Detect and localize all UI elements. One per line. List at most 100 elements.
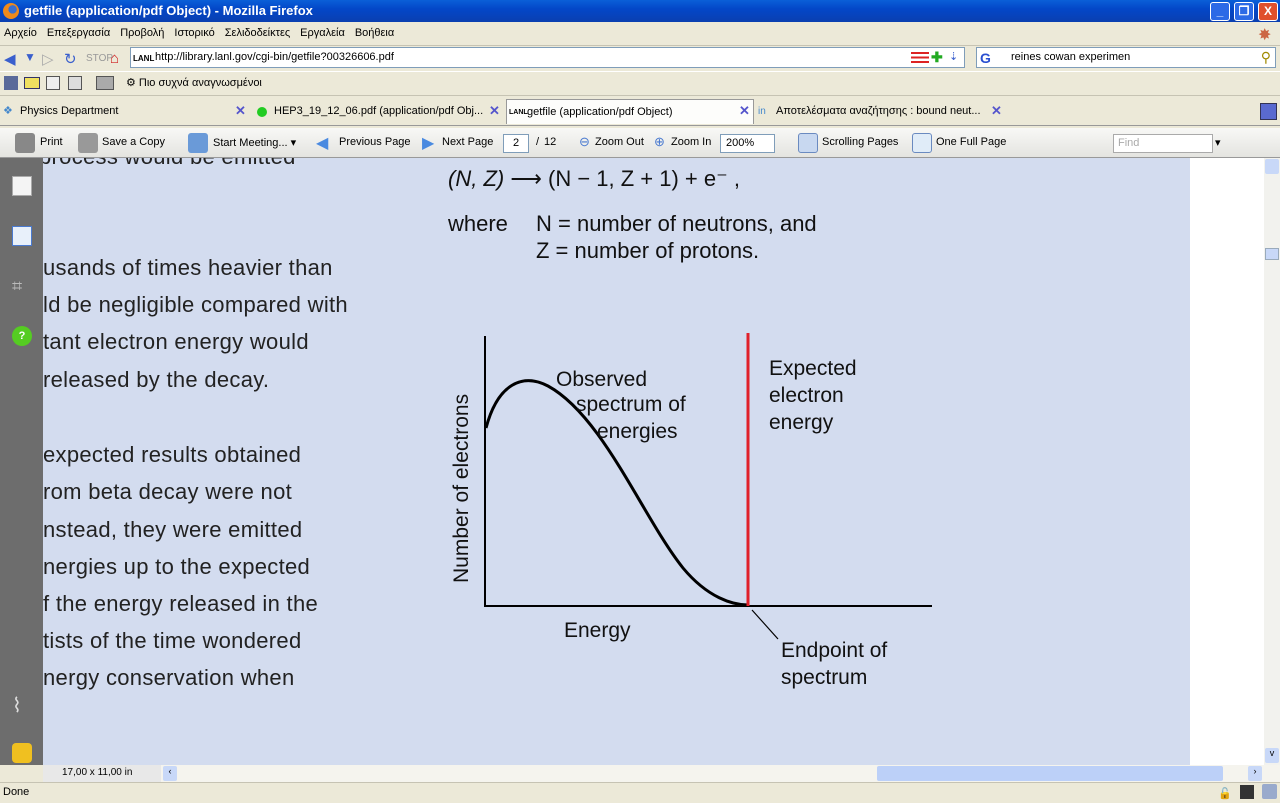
history-dropdown-icon[interactable]: ▼ (24, 50, 36, 64)
attachments-paperclip-icon[interactable]: ⌇ (12, 693, 32, 717)
vertical-scroll-thumb[interactable] (1265, 248, 1279, 260)
scroll-down-button[interactable]: v (1265, 748, 1279, 763)
loaded-dot-icon (257, 107, 267, 117)
close-tab-icon[interactable]: ✕ (739, 103, 750, 119)
zoom-select[interactable]: 200% (720, 134, 775, 153)
horizontal-scrollbar[interactable]: 17,00 x 11,00 in ‹ › (43, 765, 1280, 782)
pages-panel-icon[interactable] (12, 176, 32, 196)
close-tab-icon[interactable]: ✕ (489, 103, 500, 119)
tab-hep3-pdf[interactable]: HEP3_19_12_06.pdf (application/pdf Obj..… (254, 99, 504, 124)
scrolling-pages-icon[interactable] (798, 133, 818, 153)
pdf-page: process would be emitted usands of times… (43, 158, 1190, 765)
total-pages: 12 (544, 136, 557, 148)
list-all-tabs-icon[interactable] (1260, 103, 1277, 120)
observed-label-line: spectrum of (576, 393, 686, 416)
pdf-toolbar: Print Save a Copy Start Meeting... ▾ ◀ P… (0, 128, 1280, 158)
windows-icon[interactable] (96, 76, 114, 90)
next-page-button[interactable]: Next Page (442, 136, 493, 148)
reload-icon[interactable]: ↻ (64, 50, 77, 68)
window-title: getfile (application/pdf Object) - Mozil… (24, 3, 313, 18)
close-tab-icon[interactable]: ✕ (991, 103, 1002, 119)
meeting-icon[interactable] (188, 133, 208, 153)
url-dropdown-icon[interactable]: ⇣ (949, 48, 958, 67)
scroll-left-button[interactable]: ‹ (163, 766, 177, 781)
endpoint-label-line: Endpoint of (781, 639, 887, 662)
start-meeting-button[interactable]: Start Meeting... ▾ (213, 136, 296, 149)
comments-icon[interactable] (12, 743, 32, 763)
print-icon[interactable] (15, 133, 35, 153)
print-button[interactable]: Print (40, 136, 63, 148)
restore-button[interactable]: ❐ (1234, 2, 1254, 21)
firefox-logo-icon (3, 3, 19, 19)
one-full-page-button[interactable]: One Full Page (936, 136, 1006, 148)
horizontal-scroll-thumb[interactable] (877, 766, 1223, 781)
close-button[interactable]: X (1258, 2, 1278, 21)
scroll-right-button[interactable]: › (1248, 766, 1262, 781)
menu-edit[interactable]: Επεξεργασία (47, 27, 110, 39)
minimize-button[interactable]: _ (1210, 2, 1230, 21)
menu-file[interactable]: Αρχείο (4, 27, 37, 39)
menu-bookmarks[interactable]: Σελιδοδείκτες (225, 27, 290, 39)
expected-label-line: Expected (769, 357, 857, 380)
extension-status-icon[interactable] (1240, 785, 1254, 799)
google-engine-icon[interactable]: G (980, 49, 991, 68)
tab-label: getfile (application/pdf Object) (527, 106, 673, 118)
scroll-up-button[interactable] (1265, 159, 1279, 174)
binoculars-search-icon[interactable]: ⌗ (12, 276, 32, 296)
activity-throbber-icon: ✸ (1258, 27, 1272, 44)
menu-help[interactable]: Βοήθεια (355, 27, 394, 39)
tab-getfile[interactable]: LANL getfile (application/pdf Object) (506, 99, 754, 124)
site-favicon-icon: LANL (133, 54, 155, 63)
mail-status-icon[interactable] (1262, 784, 1277, 799)
find-dropdown-arrow-icon[interactable]: ▾ (1215, 136, 1221, 149)
previous-page-button[interactable]: Previous Page (339, 136, 411, 148)
zoom-in-icon[interactable]: ⊕ (654, 134, 665, 150)
security-lock-icon[interactable]: 🔓 (1218, 785, 1232, 803)
zoom-out-icon[interactable]: ⊖ (579, 134, 590, 150)
url-bar[interactable]: LANL http://library.lanl.gov/cgi-bin/get… (130, 47, 965, 68)
print-bookmark-icon[interactable] (4, 76, 18, 90)
menu-view[interactable]: Προβολή (120, 27, 164, 39)
tab-search-results[interactable]: in Αποτελέσματα αναζήτησης : bound neut..… (756, 99, 1006, 124)
home-icon[interactable]: ⌂ (110, 50, 119, 67)
tab-label: Αποτελέσματα αναζήτησης : bound neut... (776, 105, 981, 117)
menu-history[interactable]: Ιστορικό (174, 27, 214, 39)
favicon-icon: in (758, 106, 766, 117)
forward-icon[interactable]: ▷ (42, 50, 54, 68)
y-axis-label: Number of electrons (450, 394, 473, 583)
endpoint-leader-line (751, 609, 779, 640)
bookmarks-panel-icon[interactable] (12, 226, 32, 246)
next-page-icon[interactable]: ▶ (422, 133, 434, 153)
one-full-page-icon[interactable] (912, 133, 932, 153)
observed-label-line: Observed (556, 368, 647, 391)
close-tab-icon[interactable]: ✕ (235, 103, 246, 119)
most-visited-bookmark[interactable]: ⚙ Πιο συχνά αναγνωσμένοι (126, 76, 262, 89)
vertical-scrollbar[interactable]: v (1264, 158, 1280, 765)
search-input[interactable]: reines cowan experimen (1011, 51, 1130, 63)
clipboard-icon[interactable] (68, 76, 82, 90)
page-number-input[interactable]: 2 (503, 134, 529, 153)
help-icon[interactable]: ? (12, 326, 32, 346)
menu-tools[interactable]: Εργαλεία (300, 27, 345, 39)
folder-icon[interactable] (24, 77, 40, 89)
x-axis-label: Energy (564, 619, 631, 642)
previous-page-icon[interactable]: ◀ (316, 133, 328, 153)
pages-icon[interactable] (46, 76, 60, 90)
find-input[interactable]: Find (1113, 134, 1213, 153)
add-bookmark-icon[interactable]: ✚ (931, 48, 943, 67)
observed-label-line: energies (597, 420, 678, 443)
title-bar: getfile (application/pdf Object) - Mozil… (0, 0, 1280, 22)
zoom-out-button[interactable]: Zoom Out (595, 136, 644, 148)
search-box[interactable]: G reines cowan experimen ⚲ (976, 47, 1276, 68)
flag-icon[interactable] (911, 52, 929, 63)
save-copy-button[interactable]: Save a Copy (102, 136, 165, 148)
scrolling-pages-button[interactable]: Scrolling Pages (822, 136, 898, 148)
back-icon[interactable]: ◀ (4, 50, 16, 68)
search-magnifier-icon[interactable]: ⚲ (1261, 48, 1271, 67)
tab-physics-department[interactable]: ❖ Physics Department (0, 99, 250, 124)
zoom-in-button[interactable]: Zoom In (671, 136, 711, 148)
expected-label-line: electron (769, 384, 844, 407)
stop-icon[interactable]: STOP (86, 53, 113, 64)
electron-spectrum-figure: Number of electrons Energy Observed spec… (450, 333, 932, 689)
save-icon[interactable] (78, 133, 98, 153)
